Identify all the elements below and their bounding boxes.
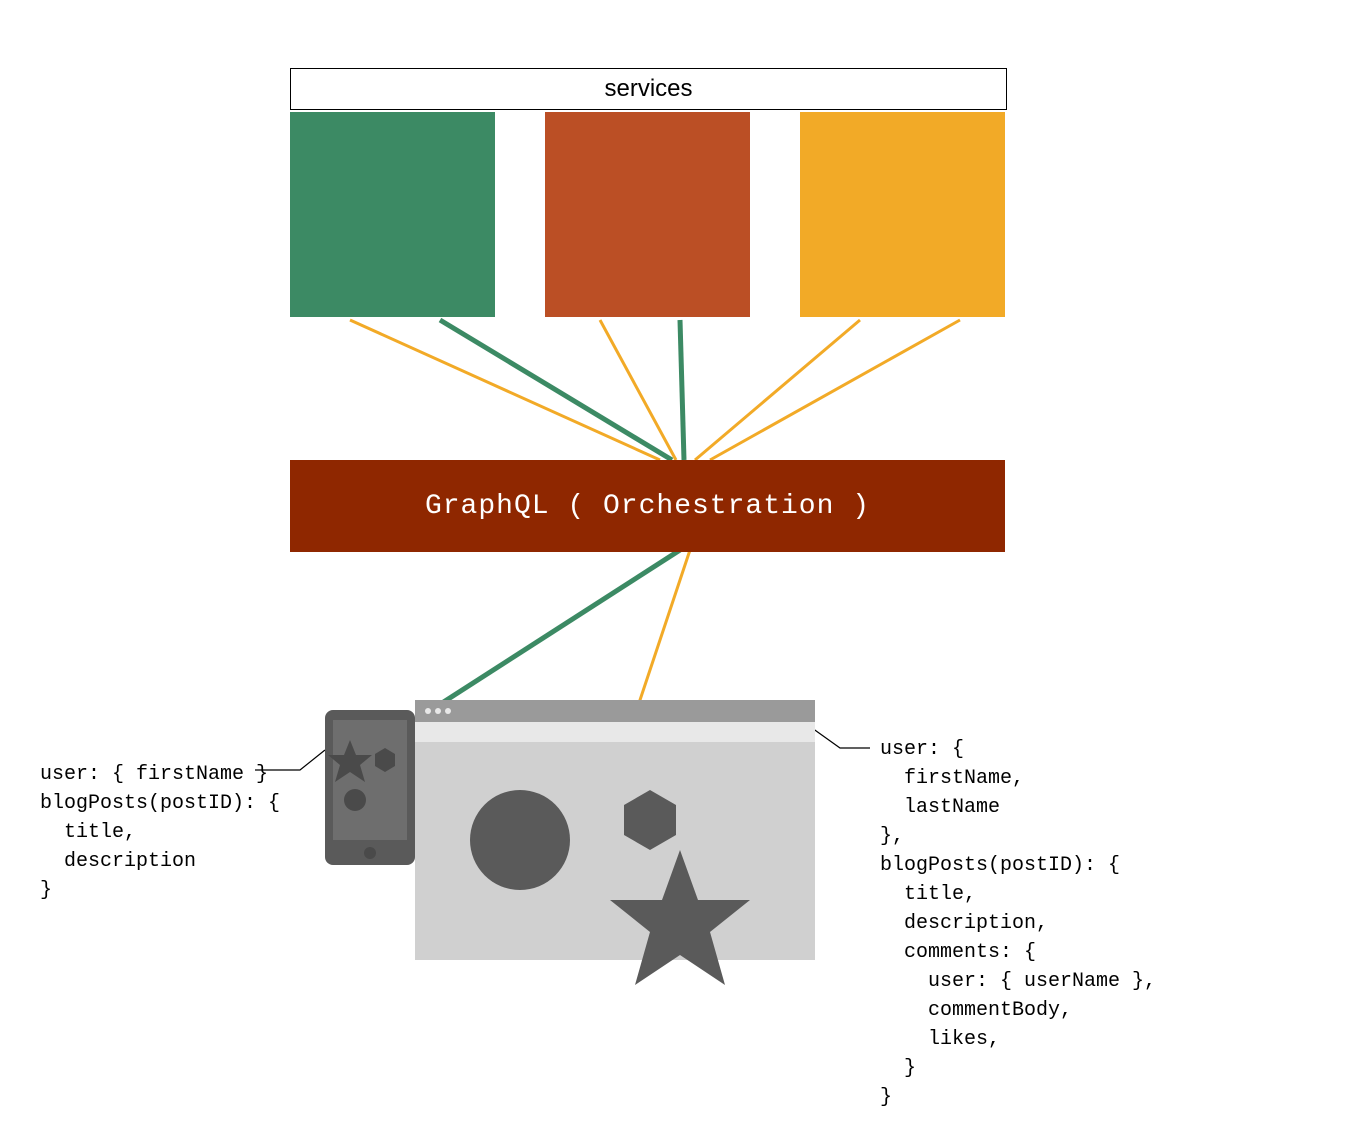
mobile-query: user: { firstName } blogPosts(postID): {… xyxy=(40,760,280,905)
diagram-root: services GraphQL ( Orchestration ) xyxy=(0,0,1353,1144)
desktop-query: user: { firstName, lastName }, blogPosts… xyxy=(880,735,1156,1112)
